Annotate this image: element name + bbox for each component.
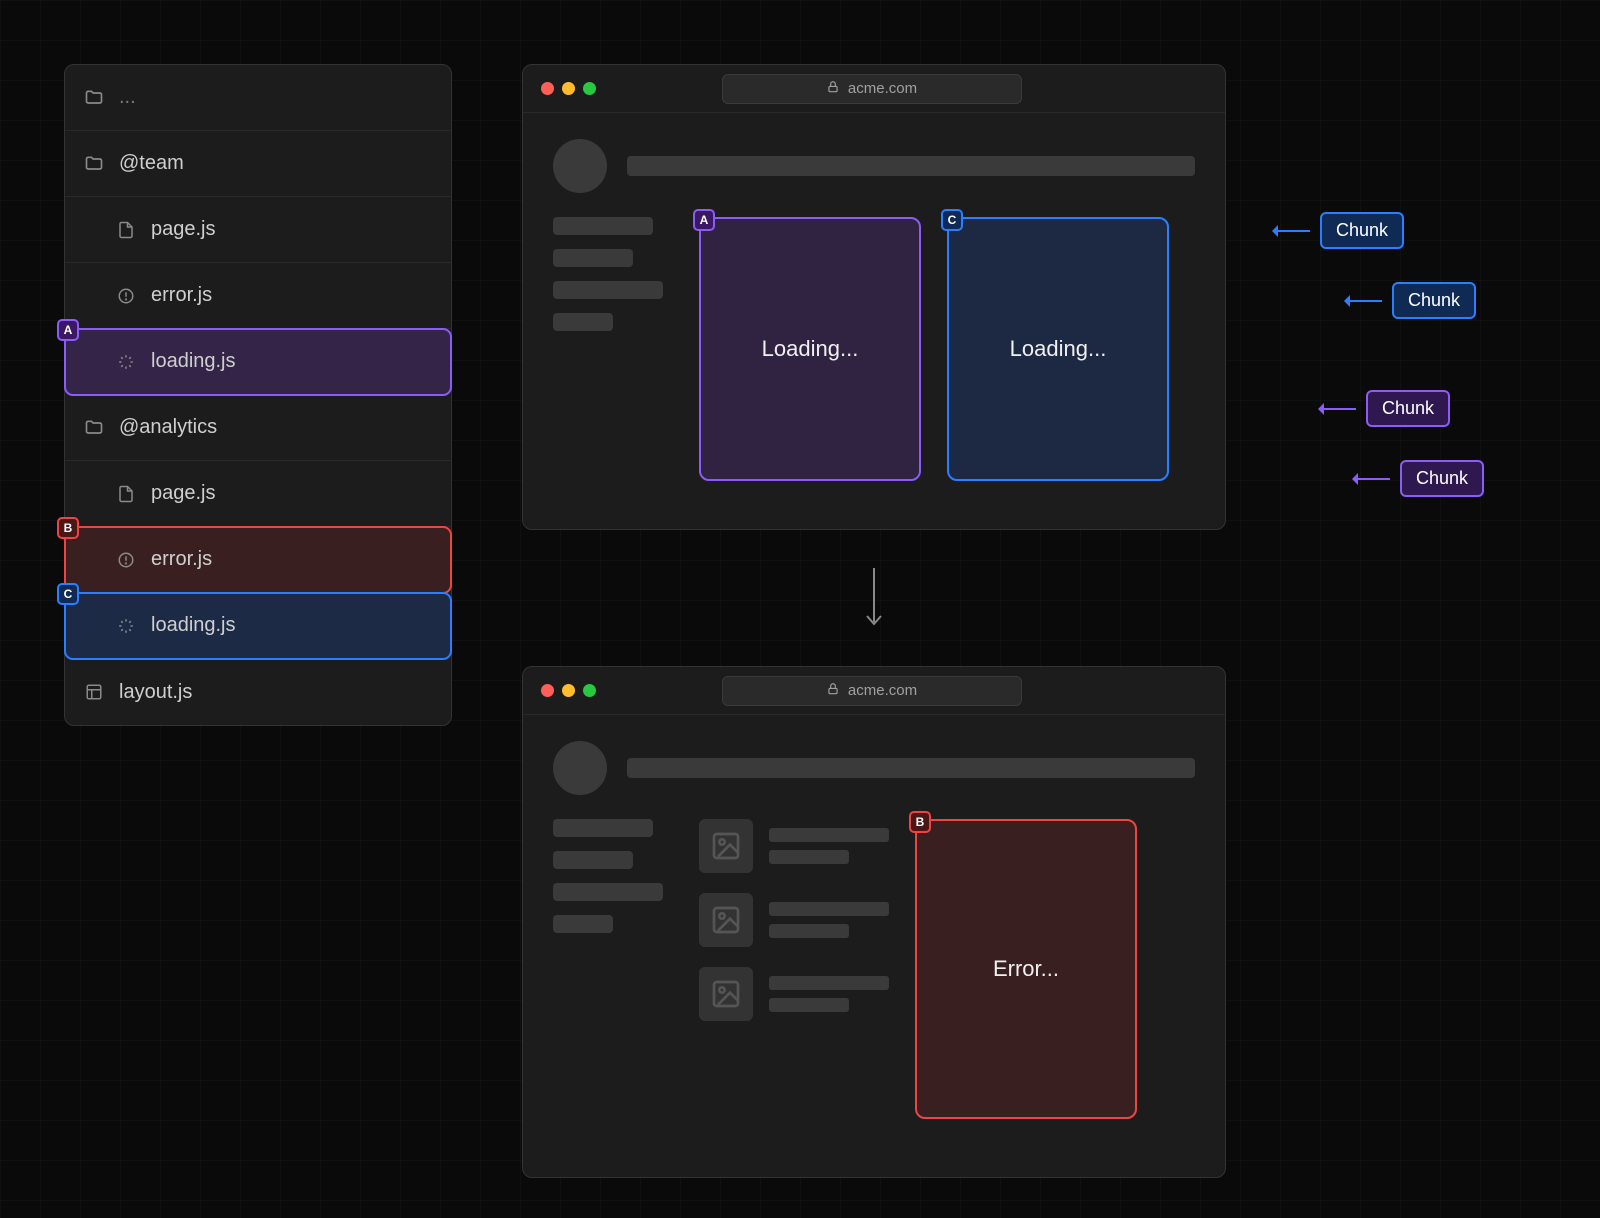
card-text: Loading... <box>1010 336 1107 362</box>
avatar-skeleton <box>553 741 607 795</box>
arrow-left-icon <box>1358 478 1390 480</box>
browser-window-loading: acme.com A Loading... C Loading... <box>522 64 1226 530</box>
list-item <box>699 819 889 873</box>
file-tree-panel: ... @team page.js error.js A loading.js … <box>64 64 452 726</box>
layout-icon <box>83 681 105 703</box>
tree-row-loading-a[interactable]: A loading.js <box>65 329 451 395</box>
file-icon <box>115 483 137 505</box>
tree-row-team[interactable]: @team <box>65 131 451 197</box>
badge-c: C <box>941 209 963 231</box>
card-text: Loading... <box>762 336 859 362</box>
url-bar[interactable]: acme.com <box>722 74 1022 104</box>
chunk-label-blue: Chunk <box>1350 282 1476 319</box>
maximize-dot-icon[interactable] <box>583 684 596 697</box>
spinner-icon <box>115 615 137 637</box>
tree-row-page[interactable]: page.js <box>65 197 451 263</box>
tree-row-breadcrumb[interactable]: ... <box>65 65 451 131</box>
image-icon <box>699 819 753 873</box>
url-bar[interactable]: acme.com <box>722 676 1022 706</box>
tree-row-layout[interactable]: layout.js <box>65 659 451 725</box>
arrow-down-icon <box>862 564 886 632</box>
tree-row-label: error.js <box>151 284 212 307</box>
tree-row-error-b[interactable]: B error.js <box>65 527 451 593</box>
tree-row-label: page.js <box>151 218 216 241</box>
tree-row-label: layout.js <box>119 681 192 704</box>
avatar-skeleton <box>553 139 607 193</box>
browser-window-error: acme.com <box>522 666 1226 1178</box>
browser-titlebar: acme.com <box>523 65 1225 113</box>
sidebar-skeleton <box>553 217 673 481</box>
spinner-icon <box>115 351 137 373</box>
title-skeleton-bar <box>627 156 1195 176</box>
chunk-pill: Chunk <box>1392 282 1476 319</box>
breadcrumb-label: ... <box>119 86 136 109</box>
chunk-pill: Chunk <box>1366 390 1450 427</box>
error-icon <box>115 285 137 307</box>
tree-row-label: loading.js <box>151 350 236 373</box>
folder-icon <box>83 153 105 175</box>
chunk-label-purple: Chunk <box>1324 390 1450 427</box>
chunk-label-purple: Chunk <box>1358 460 1484 497</box>
list-item <box>699 893 889 947</box>
lock-icon <box>826 682 840 700</box>
tree-row-label: error.js <box>151 548 212 571</box>
content-list <box>699 819 889 1119</box>
badge-a: A <box>693 209 715 231</box>
close-dot-icon[interactable] <box>541 684 554 697</box>
tree-row-analytics[interactable]: @analytics <box>65 395 451 461</box>
error-card-b: B Error... <box>915 819 1137 1119</box>
badge-b: B <box>909 811 931 833</box>
maximize-dot-icon[interactable] <box>583 82 596 95</box>
badge-a: A <box>57 319 79 341</box>
url-text: acme.com <box>848 682 917 699</box>
arrow-left-icon <box>1278 230 1310 232</box>
tree-row-label: @team <box>119 152 184 175</box>
tree-row-page-2[interactable]: page.js <box>65 461 451 527</box>
tree-row-label: loading.js <box>151 614 236 637</box>
error-icon <box>115 549 137 571</box>
chunk-pill: Chunk <box>1320 212 1404 249</box>
tree-row-label: @analytics <box>119 416 217 439</box>
lock-icon <box>826 80 840 98</box>
loading-card-a: A Loading... <box>699 217 921 481</box>
arrow-left-icon <box>1350 300 1382 302</box>
url-text: acme.com <box>848 80 917 97</box>
tree-row-loading-c[interactable]: C loading.js <box>65 593 451 659</box>
folder-icon <box>83 417 105 439</box>
list-item <box>699 967 889 1021</box>
badge-b: B <box>57 517 79 539</box>
browser-titlebar: acme.com <box>523 667 1225 715</box>
loading-card-c: C Loading... <box>947 217 1169 481</box>
minimize-dot-icon[interactable] <box>562 82 575 95</box>
image-icon <box>699 893 753 947</box>
image-icon <box>699 967 753 1021</box>
title-skeleton-bar <box>627 758 1195 778</box>
folder-icon <box>83 87 105 109</box>
sidebar-skeleton <box>553 819 673 1119</box>
card-text: Error... <box>993 956 1059 982</box>
chunk-label-blue: Chunk <box>1278 212 1404 249</box>
chunk-pill: Chunk <box>1400 460 1484 497</box>
arrow-left-icon <box>1324 408 1356 410</box>
tree-row-label: page.js <box>151 482 216 505</box>
minimize-dot-icon[interactable] <box>562 684 575 697</box>
file-icon <box>115 219 137 241</box>
tree-row-error[interactable]: error.js <box>65 263 451 329</box>
close-dot-icon[interactable] <box>541 82 554 95</box>
badge-c: C <box>57 583 79 605</box>
